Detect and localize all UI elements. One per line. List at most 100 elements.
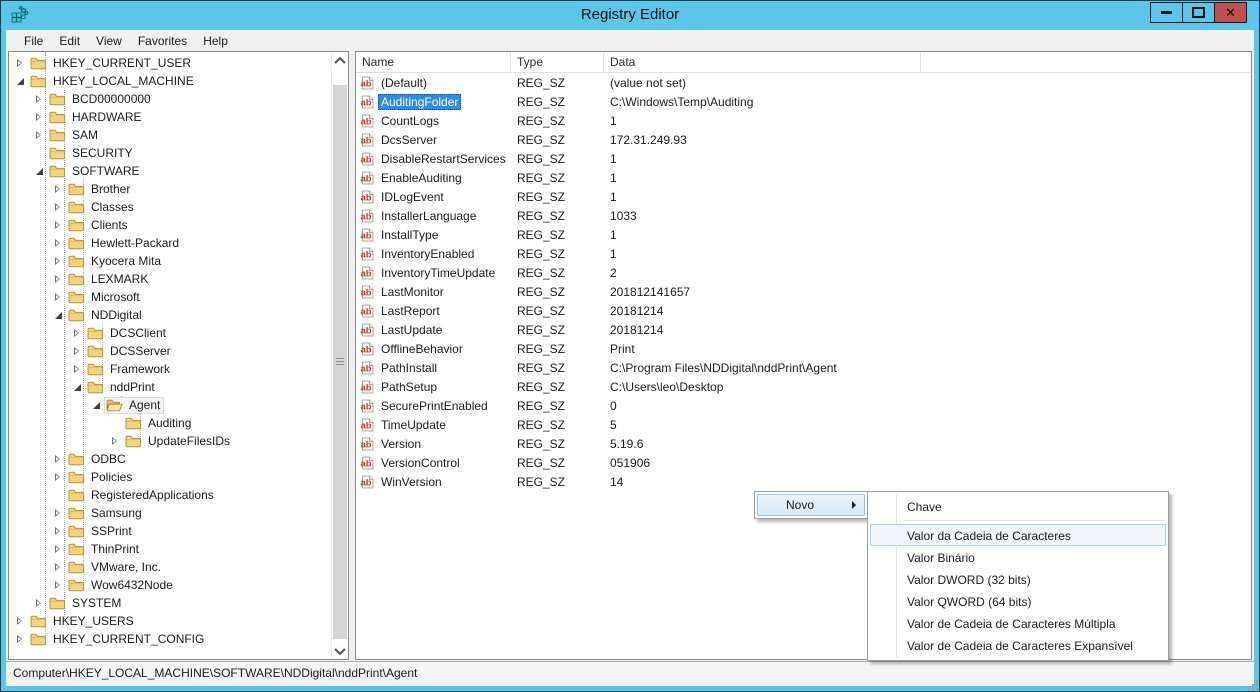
tree-item-samsung[interactable]: Samsung	[9, 504, 331, 522]
tree-item-lexmark[interactable]: LEXMARK	[9, 270, 331, 288]
value-name[interactable]: TimeUpdate	[378, 417, 449, 433]
value-row-secureprintenabled[interactable]: abSecurePrintEnabledREG_SZ0	[356, 396, 1251, 415]
value-name[interactable]: WinVersion	[378, 474, 445, 490]
expand-icon[interactable]	[34, 112, 45, 123]
tree-item-registeredapplications[interactable]: RegisteredApplications	[9, 486, 331, 504]
expand-icon[interactable]	[15, 616, 26, 627]
menubar-item-help[interactable]: Help	[195, 32, 236, 50]
context-menu-item-new[interactable]: Novo	[757, 494, 865, 516]
value-row-lastupdate[interactable]: abLastUpdateREG_SZ20181214	[356, 320, 1251, 339]
value-row-auditingfolder[interactable]: abAuditingFolderREG_SZC:\Windows\Temp\Au…	[356, 92, 1251, 111]
value-name[interactable]: LastReport	[378, 303, 443, 319]
expand-icon[interactable]	[53, 274, 64, 285]
value-row-offlinebehavior[interactable]: abOfflineBehaviorREG_SZPrint	[356, 339, 1251, 358]
tree-item-security[interactable]: SECURITY	[9, 144, 331, 162]
submenu-item-chave[interactable]: Chave	[870, 495, 1166, 517]
tree-item-auditing[interactable]: Auditing	[9, 414, 331, 432]
submenu-item-valor-da-cadeia-de-caracteres[interactable]: Valor da Cadeia de Caracteres	[870, 524, 1166, 546]
tree-item-hkey-users[interactable]: HKEY_USERS	[9, 612, 331, 630]
submenu-item-valor-de-cadeia-de-caracteres-m-ltipla[interactable]: Valor de Cadeia de Caracteres Múltipla	[870, 612, 1166, 634]
minimize-button[interactable]	[1150, 2, 1183, 23]
tree-item-updatefilesids[interactable]: UpdateFilesIDs	[9, 432, 331, 450]
menubar-item-favorites[interactable]: Favorites	[130, 32, 195, 50]
value-name[interactable]: PathInstall	[378, 360, 440, 376]
collapse-icon[interactable]	[53, 310, 64, 321]
value-name[interactable]: SecurePrintEnabled	[378, 398, 491, 414]
collapse-icon[interactable]	[72, 382, 83, 393]
expand-icon[interactable]	[53, 220, 64, 231]
value-name[interactable]: InventoryEnabled	[378, 246, 477, 262]
tree-item-hkey-current-config[interactable]: HKEY_CURRENT_CONFIG	[9, 630, 331, 648]
value-name[interactable]: CountLogs	[378, 113, 442, 129]
tree-item-policies[interactable]: Policies	[9, 468, 331, 486]
value-row-dcsserver[interactable]: abDcsServerREG_SZ172.31.249.93	[356, 130, 1251, 149]
value-row-versioncontrol[interactable]: abVersionControlREG_SZ051906	[356, 453, 1251, 472]
value-name[interactable]: DcsServer	[378, 132, 440, 148]
tree-scrollbar[interactable]	[331, 52, 348, 659]
value-row-installerlanguage[interactable]: abInstallerLanguageREG_SZ1033	[356, 206, 1251, 225]
tree-item-vmware-inc[interactable]: VMware, Inc.	[9, 558, 331, 576]
expand-icon[interactable]	[53, 580, 64, 591]
tree-item-clients[interactable]: Clients	[9, 216, 331, 234]
value-name[interactable]: OfflineBehavior	[378, 341, 466, 357]
expand-icon[interactable]	[110, 436, 121, 447]
expand-icon[interactable]	[53, 454, 64, 465]
tree-item-thinprint[interactable]: ThinPrint	[9, 540, 331, 558]
value-row-installtype[interactable]: abInstallTypeREG_SZ1	[356, 225, 1251, 244]
tree-item-dcsserver[interactable]: DCSServer	[9, 342, 331, 360]
value-row-inventoryenabled[interactable]: abInventoryEnabledREG_SZ1	[356, 244, 1251, 263]
expand-icon[interactable]	[34, 130, 45, 141]
menubar-item-edit[interactable]: Edit	[51, 32, 88, 50]
scroll-down-button[interactable]	[332, 642, 348, 659]
value-name[interactable]: LastMonitor	[378, 284, 447, 300]
value-name[interactable]: IDLogEvent	[378, 189, 447, 205]
tree-item-software[interactable]: SOFTWARE	[9, 162, 331, 180]
expand-icon[interactable]	[53, 526, 64, 537]
expand-icon[interactable]	[15, 634, 26, 645]
expand-icon[interactable]	[72, 364, 83, 375]
collapse-icon[interactable]	[91, 400, 102, 411]
tree-item-wow6432node[interactable]: Wow6432Node	[9, 576, 331, 594]
maximize-button[interactable]	[1182, 2, 1215, 23]
expand-icon[interactable]	[53, 202, 64, 213]
scroll-up-button[interactable]	[332, 52, 348, 69]
tree-item-framework[interactable]: Framework	[9, 360, 331, 378]
expand-icon[interactable]	[53, 256, 64, 267]
column-header-data[interactable]: Data	[604, 52, 921, 72]
scrollbar-thumb[interactable]	[333, 85, 347, 639]
tree-item-system[interactable]: SYSTEM	[9, 594, 331, 612]
value-row-inventorytimeupdate[interactable]: abInventoryTimeUpdateREG_SZ2	[356, 263, 1251, 282]
value-row-disablerestartservices[interactable]: abDisableRestartServicesREG_SZ1	[356, 149, 1251, 168]
expand-icon[interactable]	[53, 292, 64, 303]
tree-item-hkey-current-user[interactable]: HKEY_CURRENT_USER	[9, 54, 331, 72]
column-header-name[interactable]: Name	[356, 52, 511, 72]
value-row-idlogevent[interactable]: abIDLogEventREG_SZ1	[356, 187, 1251, 206]
collapse-icon[interactable]	[15, 76, 26, 87]
value-row-enableauditing[interactable]: abEnableAuditingREG_SZ1	[356, 168, 1251, 187]
expand-icon[interactable]	[34, 598, 45, 609]
expand-icon[interactable]	[53, 472, 64, 483]
value-name[interactable]: InventoryTimeUpdate	[378, 265, 498, 281]
menubar-item-file[interactable]: File	[16, 32, 51, 50]
submenu-item-valor-de-cadeia-de-caracteres-expans-vel[interactable]: Valor de Cadeia de Caracteres Expansível	[870, 634, 1166, 656]
value-name[interactable]: DisableRestartServices	[378, 151, 509, 167]
expand-icon[interactable]	[72, 328, 83, 339]
tree-item-microsoft[interactable]: Microsoft	[9, 288, 331, 306]
tree-item-hkey-local-machine[interactable]: HKEY_LOCAL_MACHINE	[9, 72, 331, 90]
value-name[interactable]: AuditingFolder	[378, 94, 461, 110]
submenu-item-valor-dword-32-bits[interactable]: Valor DWORD (32 bits)	[870, 568, 1166, 590]
expand-icon[interactable]	[53, 562, 64, 573]
value-name[interactable]: VersionControl	[378, 455, 463, 471]
tree-item-bcd00000000[interactable]: BCD00000000	[9, 90, 331, 108]
value-row-lastmonitor[interactable]: abLastMonitorREG_SZ201812141657	[356, 282, 1251, 301]
value-name[interactable]: LastUpdate	[378, 322, 445, 338]
tree-item-brother[interactable]: Brother	[9, 180, 331, 198]
tree-item-kyocera-mita[interactable]: Kyocera Mita	[9, 252, 331, 270]
tree-item-odbc[interactable]: ODBC	[9, 450, 331, 468]
tree-item-classes[interactable]: Classes	[9, 198, 331, 216]
column-header-type[interactable]: Type	[511, 52, 604, 72]
value-name[interactable]: (Default)	[378, 75, 430, 91]
tree-item-agent[interactable]: Agent	[9, 396, 331, 414]
expand-icon[interactable]	[53, 184, 64, 195]
tree-item-hewlett-packard[interactable]: Hewlett-Packard	[9, 234, 331, 252]
